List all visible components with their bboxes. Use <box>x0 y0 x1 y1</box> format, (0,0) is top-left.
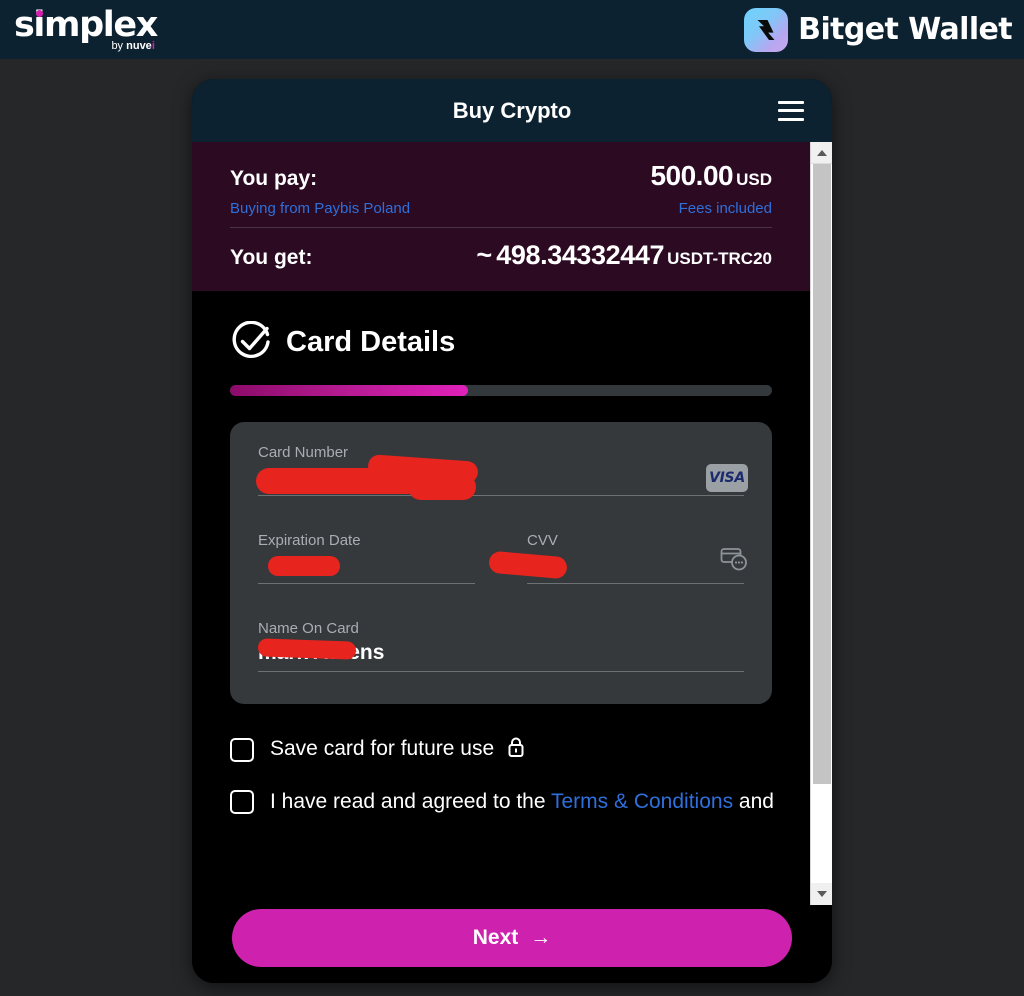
simplex-byline-by: by <box>111 39 127 52</box>
terms-row[interactable]: I have read and agreed to the Terms & Co… <box>230 790 774 814</box>
you-get-amount: 498.34332447 <box>496 240 665 270</box>
fees-included-link[interactable]: Fees included <box>679 200 772 217</box>
card-details-heading: Card Details <box>230 321 772 363</box>
expiration-date-underline <box>258 583 475 584</box>
bitget-wallet-name: Bitget Wallet <box>798 12 1012 47</box>
buying-from-link[interactable]: Buying from Paybis Poland <box>230 200 410 217</box>
name-on-card-field[interactable]: Name On Card mark Athens <box>257 620 744 678</box>
expiration-date-label: Expiration Date <box>258 532 361 549</box>
you-pay-amount: 500.00 <box>650 160 734 191</box>
you-get-label: You get: <box>230 246 313 269</box>
simplex-byline-nuvei-i: i <box>151 39 155 52</box>
vertical-scrollbar[interactable] <box>810 142 832 905</box>
you-get-amount-group: ~ 498.34332447 USDT-TRC20 <box>476 240 772 271</box>
save-card-row[interactable]: Save card for future use <box>230 736 772 764</box>
progress-bar-fill <box>230 385 469 396</box>
form-gap <box>258 502 744 532</box>
name-on-card-value: mark Athens <box>258 641 385 664</box>
terms-checkbox[interactable] <box>230 790 254 814</box>
you-pay-currency: USD <box>736 170 772 189</box>
order-summary-panel: You pay: 500.00 USD Buying from Paybis Po… <box>192 142 810 291</box>
bitget-mark-icon <box>744 7 789 52</box>
card-number-value <box>258 463 744 491</box>
next-button-label: Next <box>472 926 519 949</box>
section-title: Card Details <box>286 325 456 358</box>
lock-icon <box>506 736 526 764</box>
buy-crypto-widget: Buy Crypto You pay: 500.00 USD Buying fro… <box>192 79 832 983</box>
name-on-card-label: Name On Card <box>258 620 359 637</box>
bitget-wallet-logo: Bitget Wallet <box>744 7 1013 52</box>
widget-footer: Next → <box>192 905 832 983</box>
visa-logo-text: VISA <box>709 470 745 486</box>
terms-text-after: and <box>733 790 774 813</box>
terms-label: I have read and agreed to the Terms & Co… <box>270 790 774 814</box>
scroll-up-glyph <box>817 149 827 156</box>
cvv-card-icon[interactable] <box>720 546 748 577</box>
consent-checkboxes: Save card for future use I have read and… <box>192 704 810 814</box>
widget-scroll-content: You pay: 500.00 USD Buying from Paybis Po… <box>192 142 810 814</box>
expiry-cvv-row: Expiration Date CVV <box>258 532 747 590</box>
terms-and-conditions-link[interactable]: Terms & Conditions <box>551 790 733 813</box>
cvv-label: CVV <box>527 532 558 549</box>
cvv-underline <box>527 583 744 584</box>
you-get-approx-sign: ~ <box>476 240 492 270</box>
arrow-right-icon: → <box>530 926 552 949</box>
you-pay-amount-group: 500.00 USD <box>650 160 772 192</box>
save-card-checkbox[interactable] <box>230 738 254 762</box>
form-gap <box>258 590 744 620</box>
lock-glyph <box>508 737 524 757</box>
card-details-section: Card Details Card Number VISA Expiration… <box>192 291 810 704</box>
bitget-bolt-glyph <box>757 19 775 40</box>
top-brand-bar: simplex by nuvei Bitget Wallet <box>0 0 1024 59</box>
card-number-label: Card Number <box>258 444 349 461</box>
you-pay-row: You pay: 500.00 USD <box>230 160 772 192</box>
hamburger-line <box>778 109 804 112</box>
save-card-label: Save card for future use <box>270 736 526 764</box>
card-form: Card Number VISA Expiration Date CVV Nam… <box>230 422 772 704</box>
expiration-date-field[interactable]: Expiration Date <box>258 532 501 590</box>
expiration-date-value <box>258 551 475 579</box>
cvv-help-glyph <box>720 548 747 571</box>
save-card-text: Save card for future use <box>270 737 495 760</box>
you-get-row: You get: ~ 498.34332447 USDT-TRC20 <box>230 240 772 271</box>
hamburger-line <box>778 117 804 121</box>
card-number-field[interactable]: Card Number VISA <box>256 444 748 502</box>
terms-text-before: I have read and agreed to the <box>270 790 551 813</box>
scrollbar-thumb[interactable] <box>813 164 831 784</box>
name-on-card-underline <box>258 671 744 672</box>
cvv-value <box>527 551 744 579</box>
widget-header: Buy Crypto <box>192 79 832 142</box>
hamburger-menu-icon[interactable] <box>778 100 804 121</box>
simplex-byline-nuvei: nuve <box>126 39 152 52</box>
progress-bar-track <box>230 385 772 396</box>
simplex-logo-dot <box>36 9 43 17</box>
summary-divider <box>230 227 772 228</box>
visa-logo-icon: VISA <box>706 464 748 492</box>
you-get-currency: USDT-TRC20 <box>667 249 772 268</box>
summary-links-row: Buying from Paybis Poland Fees included <box>230 200 772 217</box>
scroll-down-arrow-icon[interactable] <box>811 883 832 905</box>
cvv-field[interactable]: CVV <box>488 532 747 590</box>
card-number-underline <box>258 495 744 496</box>
scroll-up-arrow-icon[interactable] <box>811 142 832 164</box>
page-title: Buy Crypto <box>452 97 572 123</box>
scroll-down-glyph <box>817 891 827 897</box>
hamburger-line <box>778 100 804 104</box>
widget-scroll-area: You pay: 500.00 USD Buying from Paybis Po… <box>192 142 832 905</box>
simplex-logo: simplex by nuvei <box>14 7 158 52</box>
next-button[interactable]: Next → <box>232 909 792 967</box>
you-pay-label: You pay: <box>230 167 318 190</box>
check-circle-icon <box>232 321 270 359</box>
